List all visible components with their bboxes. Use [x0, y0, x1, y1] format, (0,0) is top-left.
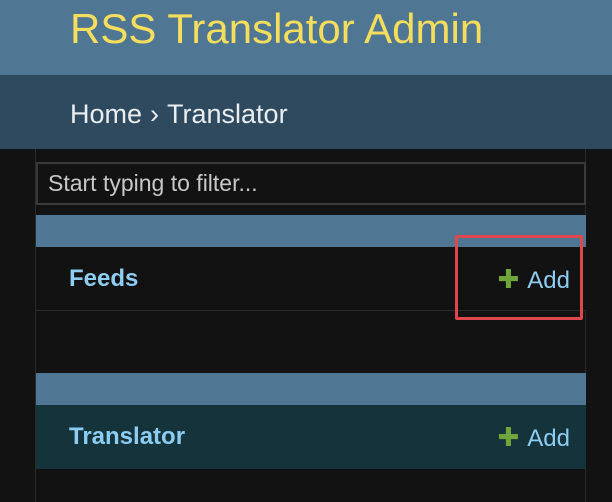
breadcrumb-home-link[interactable]: Home [70, 99, 142, 129]
add-translator-button[interactable]: ✚ Add [498, 405, 571, 471]
add-feed-button[interactable]: ✚ Add [498, 247, 571, 313]
breadcrumb: Home › Translator [0, 75, 612, 149]
sidebar-filter-input[interactable] [36, 162, 586, 205]
plus-icon: ✚ [497, 264, 520, 294]
model-row-translator: Translator ✚ Add [36, 405, 586, 469]
app-module-header [36, 373, 586, 405]
add-translator-label: Add [527, 425, 570, 452]
breadcrumb-separator: › [150, 99, 160, 129]
breadcrumb-current: Translator [167, 99, 288, 129]
model-link-translator[interactable]: Translator [69, 405, 185, 469]
add-feed-label: Add [527, 267, 570, 294]
model-row-feeds: Feeds ✚ Add [36, 247, 586, 311]
app-module-header [36, 215, 586, 247]
site-header: RSS Translator Admin [0, 0, 612, 75]
breadcrumb-trail: Home › Translator [70, 98, 288, 130]
model-link-feeds[interactable]: Feeds [69, 247, 138, 311]
plus-icon: ✚ [497, 422, 520, 452]
site-title[interactable]: RSS Translator Admin [70, 4, 483, 54]
